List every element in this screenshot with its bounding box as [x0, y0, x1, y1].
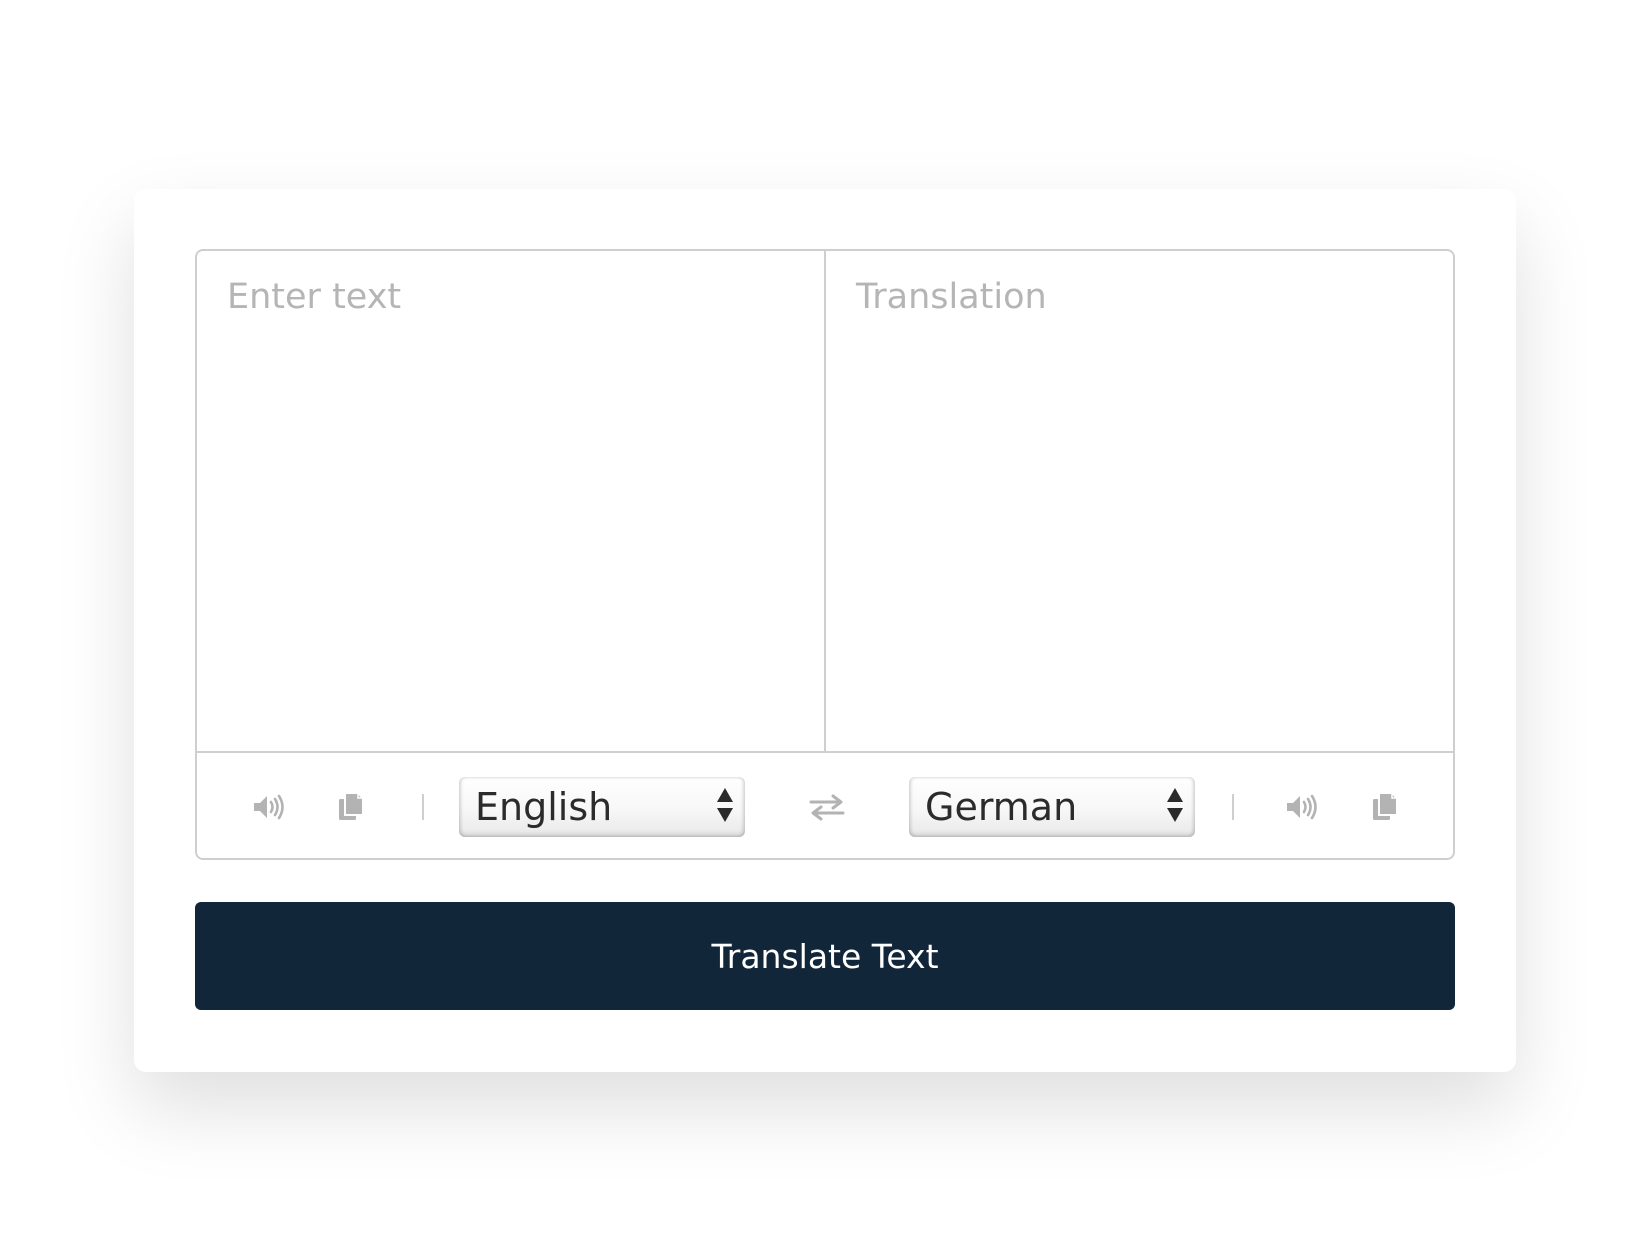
source-copy-icon[interactable] [337, 791, 365, 822]
source-language-value: English [475, 784, 613, 829]
target-speaker-icon[interactable] [1285, 793, 1319, 821]
target-divider [1232, 793, 1234, 820]
source-divider [422, 793, 424, 820]
select-arrows-icon [715, 786, 735, 828]
swap-arrows-icon[interactable] [809, 793, 845, 821]
source-speaker-icon[interactable] [252, 793, 286, 821]
translator-wrapper: English German [195, 249, 1455, 860]
controls-row: English German [197, 753, 1453, 858]
select-arrows-icon [1165, 786, 1185, 828]
translate-button-label: Translate Text [711, 936, 939, 976]
source-language-select[interactable]: English [459, 776, 745, 837]
target-language-value: German [925, 784, 1078, 829]
source-pane [197, 251, 826, 751]
target-copy-icon[interactable] [1371, 791, 1399, 822]
translation-output[interactable] [826, 251, 1453, 751]
target-language-select[interactable]: German [909, 776, 1195, 837]
text-input-row [197, 251, 1453, 753]
translate-button[interactable]: Translate Text [195, 902, 1455, 1010]
translator-card: English German [134, 189, 1516, 1072]
source-text-input[interactable] [197, 251, 824, 751]
target-pane [826, 251, 1453, 751]
